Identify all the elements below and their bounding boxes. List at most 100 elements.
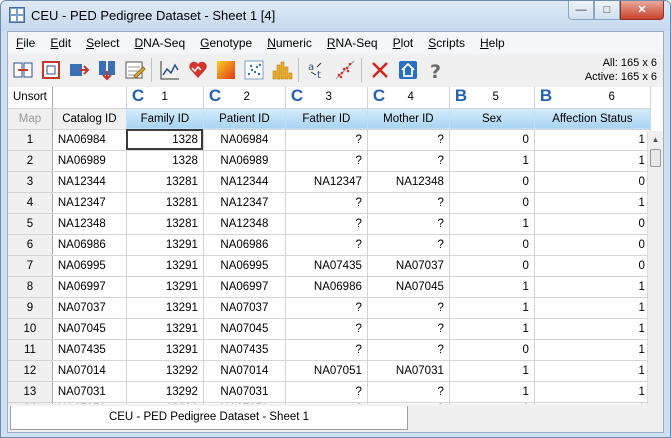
family-id-cell[interactable]: 13291 xyxy=(126,339,204,361)
unsort-button[interactable]: Unsort xyxy=(8,87,53,109)
affection-status-cell[interactable]: 1 xyxy=(534,150,651,172)
mother-id-cell[interactable]: ? xyxy=(367,234,450,256)
menu-item-file[interactable]: File xyxy=(8,33,42,53)
sex-cell[interactable]: 1 xyxy=(449,213,535,235)
family-id-cell[interactable]: 13291 xyxy=(126,255,204,277)
patient-id-cell[interactable]: NA06984 xyxy=(203,129,286,151)
catalog-id-cell[interactable]: NA07435 xyxy=(52,339,127,361)
row-number[interactable]: 5 xyxy=(8,213,53,235)
father-id-cell[interactable]: ? xyxy=(285,402,368,404)
heart-plot-icon[interactable] xyxy=(185,57,211,83)
menu-item-edit[interactable]: Edit xyxy=(42,33,78,53)
patient-id-cell[interactable]: NA07051 xyxy=(203,402,286,404)
catalog-id-cell[interactable]: NA06984 xyxy=(52,129,127,151)
catalog-id-cell[interactable]: NA07051 xyxy=(52,402,127,404)
sex-cell[interactable]: 1 xyxy=(449,276,535,298)
row-number[interactable]: 14 xyxy=(8,402,53,404)
close-button[interactable]: ✕ xyxy=(620,1,664,20)
column-type-cell[interactable]: B6 xyxy=(534,87,651,109)
maximize-button[interactable]: □ xyxy=(594,1,620,20)
mother-id-cell[interactable]: ? xyxy=(367,381,450,403)
father-id-cell[interactable]: NA07435 xyxy=(285,255,368,277)
patient-id-cell[interactable]: NA06995 xyxy=(203,255,286,277)
family-id-cell[interactable]: 13291 xyxy=(126,318,204,340)
title-bar[interactable]: CEU - PED Pedigree Dataset - Sheet 1 [4]… xyxy=(1,1,670,31)
patient-id-cell[interactable]: NA07031 xyxy=(203,381,286,403)
mother-id-cell[interactable]: ? xyxy=(367,318,450,340)
scatter-plot-icon[interactable] xyxy=(241,57,267,83)
map-button[interactable]: Map xyxy=(8,108,53,130)
affection-status-cell[interactable]: 1 xyxy=(534,402,651,404)
catalog-id-cell[interactable]: NA07031 xyxy=(52,381,127,403)
catalog-id-header[interactable]: Catalog ID xyxy=(52,108,127,130)
row-number[interactable]: 12 xyxy=(8,360,53,382)
column-header[interactable]: Patient ID xyxy=(203,108,286,130)
sex-cell[interactable]: 1 xyxy=(449,360,535,382)
father-id-cell[interactable]: ? xyxy=(285,381,368,403)
edit-sheet-icon[interactable] xyxy=(122,57,148,83)
father-id-cell[interactable]: ? xyxy=(285,318,368,340)
row-number[interactable]: 8 xyxy=(8,276,53,298)
patient-id-cell[interactable]: NA07435 xyxy=(203,339,286,361)
menu-item-scripts[interactable]: Scripts xyxy=(420,33,472,53)
father-id-cell[interactable]: ? xyxy=(285,297,368,319)
patient-id-cell[interactable]: NA07045 xyxy=(203,318,286,340)
row-number[interactable]: 2 xyxy=(8,150,53,172)
family-id-cell[interactable]: 13291 xyxy=(126,297,204,319)
patient-id-cell[interactable]: NA07014 xyxy=(203,360,286,382)
mother-id-cell[interactable]: ? xyxy=(367,213,450,235)
sex-cell[interactable]: 0 xyxy=(449,234,535,256)
sex-cell[interactable]: 0 xyxy=(449,255,535,277)
move-right-icon[interactable] xyxy=(66,57,92,83)
affection-status-cell[interactable]: 0 xyxy=(534,213,651,235)
catalog-id-cell[interactable]: NA07014 xyxy=(52,360,127,382)
scroll-up-arrow-icon[interactable]: ▲ xyxy=(648,131,663,147)
row-number[interactable]: 1 xyxy=(8,129,53,151)
mother-id-cell[interactable]: ? xyxy=(367,297,450,319)
catalog-id-cell[interactable]: NA12347 xyxy=(52,192,127,214)
menu-item-plot[interactable]: Plot xyxy=(385,33,421,53)
father-id-cell[interactable]: ? xyxy=(285,339,368,361)
mother-id-cell[interactable]: NA07045 xyxy=(367,276,450,298)
column-header[interactable]: Affection Status xyxy=(534,108,651,130)
row-number[interactable]: 7 xyxy=(8,255,53,277)
column-header[interactable]: Sex xyxy=(449,108,535,130)
split-columns-icon[interactable] xyxy=(10,57,36,83)
patient-id-cell[interactable]: NA06997 xyxy=(203,276,286,298)
catalog-id-cell[interactable]: NA12344 xyxy=(52,171,127,193)
delete-icon[interactable] xyxy=(367,57,393,83)
scroll-thumb[interactable] xyxy=(650,149,661,167)
column-type-cell[interactable]: C4 xyxy=(367,87,450,109)
family-id-cell[interactable]: 1328 xyxy=(126,129,204,151)
affection-status-cell[interactable]: 1 xyxy=(534,297,651,319)
family-id-cell[interactable]: 13292 xyxy=(126,402,204,404)
mother-id-cell[interactable]: NA07031 xyxy=(367,360,450,382)
family-id-cell[interactable]: 13292 xyxy=(126,381,204,403)
family-id-cell[interactable]: 1328 xyxy=(126,150,204,172)
column-type-cell[interactable]: C2 xyxy=(203,87,286,109)
affection-status-cell[interactable]: 1 xyxy=(534,192,651,214)
catalog-id-cell[interactable]: NA06997 xyxy=(52,276,127,298)
column-header[interactable]: Family ID xyxy=(126,108,204,130)
patient-id-cell[interactable]: NA06986 xyxy=(203,234,286,256)
affection-status-cell[interactable]: 1 xyxy=(534,129,651,151)
mother-id-cell[interactable]: NA12348 xyxy=(367,171,450,193)
father-id-cell[interactable]: ? xyxy=(285,213,368,235)
mother-id-cell[interactable]: ? xyxy=(367,339,450,361)
sex-cell[interactable]: 1 xyxy=(449,318,535,340)
move-down-icon[interactable] xyxy=(94,57,120,83)
family-id-cell[interactable]: 13281 xyxy=(126,213,204,235)
menu-item-genotype[interactable]: Genotype xyxy=(192,33,259,53)
catalog-id-cell[interactable]: NA07037 xyxy=(52,297,127,319)
mother-id-cell[interactable]: ? xyxy=(367,192,450,214)
father-id-cell[interactable]: ? xyxy=(285,192,368,214)
row-number[interactable]: 10 xyxy=(8,318,53,340)
menu-item-rna-seq[interactable]: RNA-Seq xyxy=(319,33,385,53)
sex-cell[interactable]: 1 xyxy=(449,150,535,172)
sex-cell[interactable]: 0 xyxy=(449,339,535,361)
sheet-tab[interactable]: CEU - PED Pedigree Dataset - Sheet 1 xyxy=(10,406,408,430)
join-rows-icon[interactable] xyxy=(38,57,64,83)
column-type-cell[interactable]: C1 xyxy=(126,87,204,109)
mother-id-cell[interactable]: ? xyxy=(367,150,450,172)
family-id-cell[interactable]: 13281 xyxy=(126,171,204,193)
